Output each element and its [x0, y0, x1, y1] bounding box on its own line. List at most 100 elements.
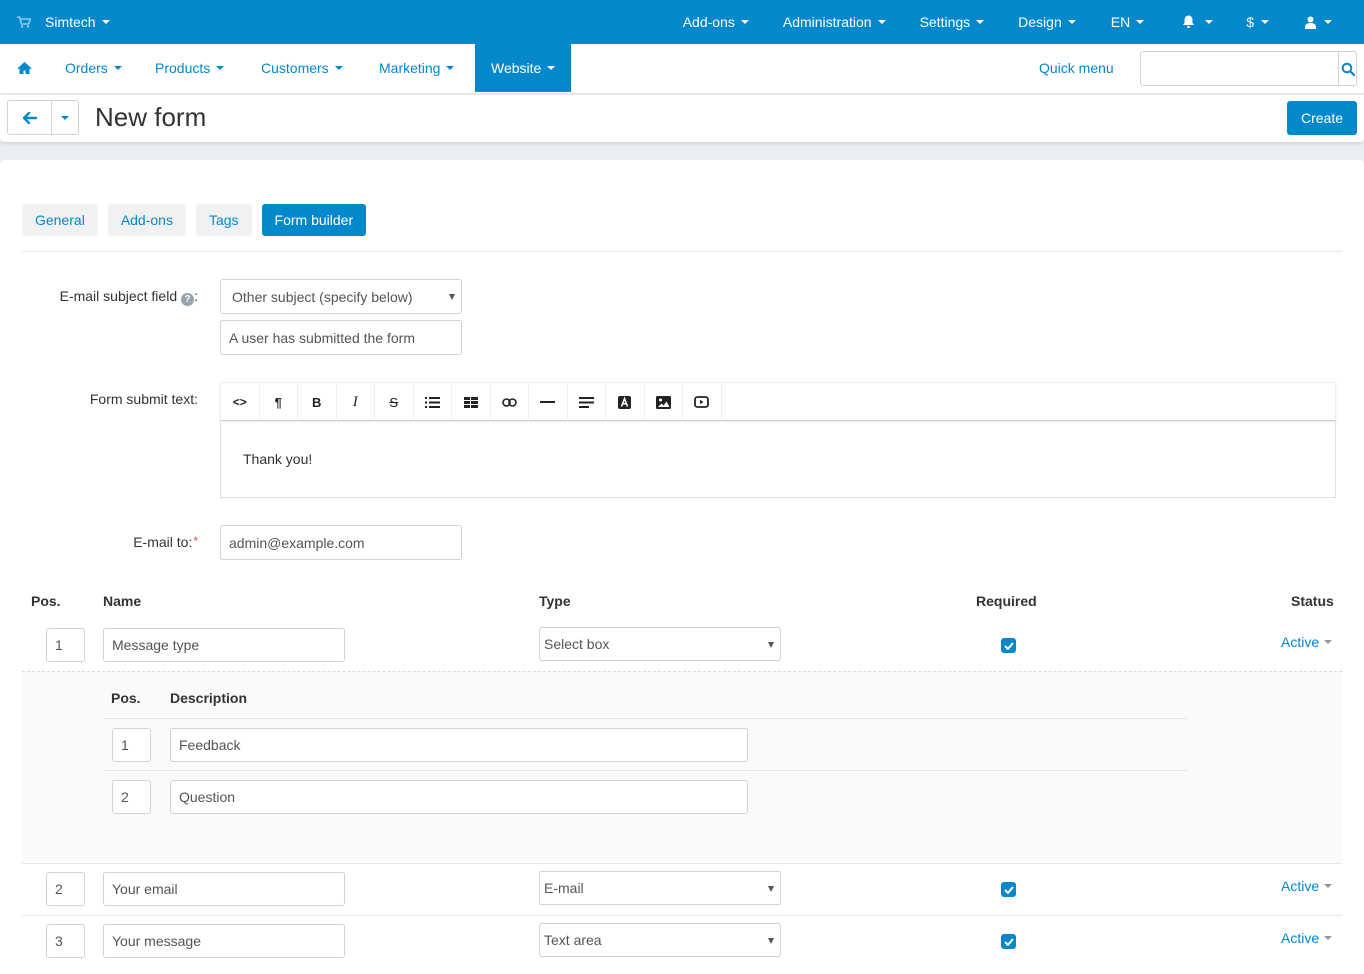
image-button[interactable]: [645, 383, 683, 421]
field-status-dropdown[interactable]: Active: [1281, 878, 1333, 894]
paragraph-button[interactable]: ¶: [260, 383, 298, 421]
back-button[interactable]: [8, 101, 52, 134]
field-name-input[interactable]: Message type: [103, 628, 345, 662]
field-status-label: Active: [1281, 930, 1320, 946]
field-type-value: Text area: [544, 932, 602, 948]
menu-addons-label: Add-ons: [682, 14, 735, 30]
back-button-group: [7, 100, 79, 135]
tab-general[interactable]: General: [22, 204, 98, 236]
nav-orders[interactable]: Orders: [65, 44, 122, 92]
field-type-select[interactable]: Select box: [539, 627, 781, 661]
variant-description-input[interactable]: Feedback: [170, 728, 748, 762]
strikethrough-button[interactable]: S: [375, 383, 414, 421]
chevron-down-icon: [334, 66, 343, 70]
variant-pos-input[interactable]: 2: [112, 780, 151, 814]
select-arrow-icon: [449, 294, 455, 300]
tab-tags[interactable]: Tags: [195, 204, 252, 236]
horizontal-rule-icon: [540, 400, 556, 403]
menu-language-label: EN: [1110, 14, 1131, 30]
email-subject-input[interactable]: A user has submitted the form: [220, 320, 462, 355]
col-status-header: Status: [1291, 593, 1334, 609]
chevron-down-icon: [1324, 936, 1333, 940]
store-switcher[interactable]: Simtech: [17, 0, 110, 44]
field-required-checkbox[interactable]: [1001, 638, 1016, 653]
search-input[interactable]: [1141, 52, 1338, 85]
field-name-input[interactable]: Your email: [103, 872, 345, 906]
email-to-input[interactable]: admin@example.com: [220, 525, 462, 560]
link-button[interactable]: [491, 383, 529, 421]
field-name-input[interactable]: Your message: [103, 924, 345, 958]
menu-settings[interactable]: Settings: [920, 0, 985, 44]
check-icon: [1003, 885, 1014, 894]
variant-description-header: Description: [170, 690, 248, 706]
list-button[interactable]: [414, 383, 452, 421]
chevron-down-icon: [877, 20, 886, 24]
currency-menu[interactable]: $: [1246, 0, 1269, 44]
chevron-down-icon: [1261, 20, 1269, 24]
italic-icon: I: [352, 393, 358, 410]
content-panel: General Add-ons Tags Form builder E-mail…: [0, 160, 1364, 974]
arrow-left-icon: [22, 111, 37, 124]
video-icon: [694, 396, 710, 408]
video-button[interactable]: [683, 383, 722, 421]
field-type-select[interactable]: E-mail: [539, 871, 781, 905]
field-status-dropdown[interactable]: Active: [1281, 930, 1333, 946]
menu-design[interactable]: Design: [1018, 0, 1076, 44]
field-required-checkbox[interactable]: [1001, 934, 1016, 949]
home-icon[interactable]: [17, 61, 32, 75]
nav-customers[interactable]: Customers: [261, 44, 343, 92]
quick-menu-link[interactable]: Quick menu: [1039, 44, 1114, 92]
notifications-menu[interactable]: [1182, 0, 1214, 44]
align-button[interactable]: [568, 383, 606, 421]
email-subject-label-text: E-mail subject field: [59, 288, 178, 304]
field-pos-input[interactable]: 2: [46, 872, 85, 906]
user-menu[interactable]: [1305, 0, 1332, 44]
nav-website[interactable]: Website: [475, 44, 572, 92]
col-type-header: Type: [539, 593, 571, 609]
field-type-value: E-mail: [544, 880, 584, 896]
bold-button[interactable]: B: [298, 383, 337, 421]
table-icon: [463, 396, 478, 408]
chevron-down-icon: [113, 66, 122, 70]
check-icon: [1003, 641, 1014, 650]
email-subject-select[interactable]: Other subject (specify below): [220, 279, 462, 314]
menu-design-label: Design: [1018, 14, 1062, 30]
store-name[interactable]: Simtech: [45, 14, 110, 30]
menu-language[interactable]: EN: [1110, 0, 1145, 44]
code-icon: <>: [232, 395, 247, 409]
variant-description-input[interactable]: Question: [170, 780, 748, 814]
horizontal-rule-button[interactable]: [529, 383, 568, 421]
italic-button[interactable]: I: [337, 383, 375, 421]
editor-content[interactable]: Thank you!: [220, 421, 1336, 498]
field-pos-input[interactable]: 3: [46, 924, 85, 958]
field-status-dropdown[interactable]: Active: [1281, 634, 1333, 650]
nav-orders-label: Orders: [65, 60, 108, 76]
chevron-down-icon: [446, 66, 455, 70]
tab-addons[interactable]: Add-ons: [107, 204, 186, 236]
col-name-header: Name: [103, 593, 142, 609]
help-icon[interactable]: ?: [181, 293, 195, 306]
create-button[interactable]: Create: [1287, 101, 1357, 135]
tab-form-builder[interactable]: Form builder: [261, 204, 367, 236]
paragraph-icon: ¶: [274, 394, 282, 410]
code-view-button[interactable]: <>: [221, 383, 260, 421]
menu-administration[interactable]: Administration: [783, 0, 886, 44]
variant-pos-input[interactable]: 1: [112, 728, 151, 762]
menu-addons[interactable]: Add-ons: [683, 0, 749, 44]
history-dropdown[interactable]: [52, 101, 78, 134]
search-button[interactable]: [1338, 52, 1356, 85]
table-button[interactable]: [452, 383, 491, 421]
font-color-button[interactable]: [606, 383, 645, 421]
nav-products[interactable]: Products: [155, 44, 225, 92]
bold-icon: B: [312, 394, 322, 410]
nav-products-label: Products: [155, 60, 211, 76]
field-type-value: Select box: [544, 636, 610, 652]
main-nav: Orders Products Customers Marketing Webs…: [0, 44, 1364, 94]
form-submit-text-label: Form submit text:: [89, 391, 198, 407]
field-type-select[interactable]: Text area: [539, 923, 781, 957]
nav-marketing[interactable]: Marketing: [379, 44, 455, 92]
field-pos-input[interactable]: 1: [46, 628, 85, 662]
chevron-down-icon: [547, 66, 556, 70]
email-subject-label: E-mail subject field?:: [59, 288, 198, 306]
field-required-checkbox[interactable]: [1001, 882, 1016, 897]
